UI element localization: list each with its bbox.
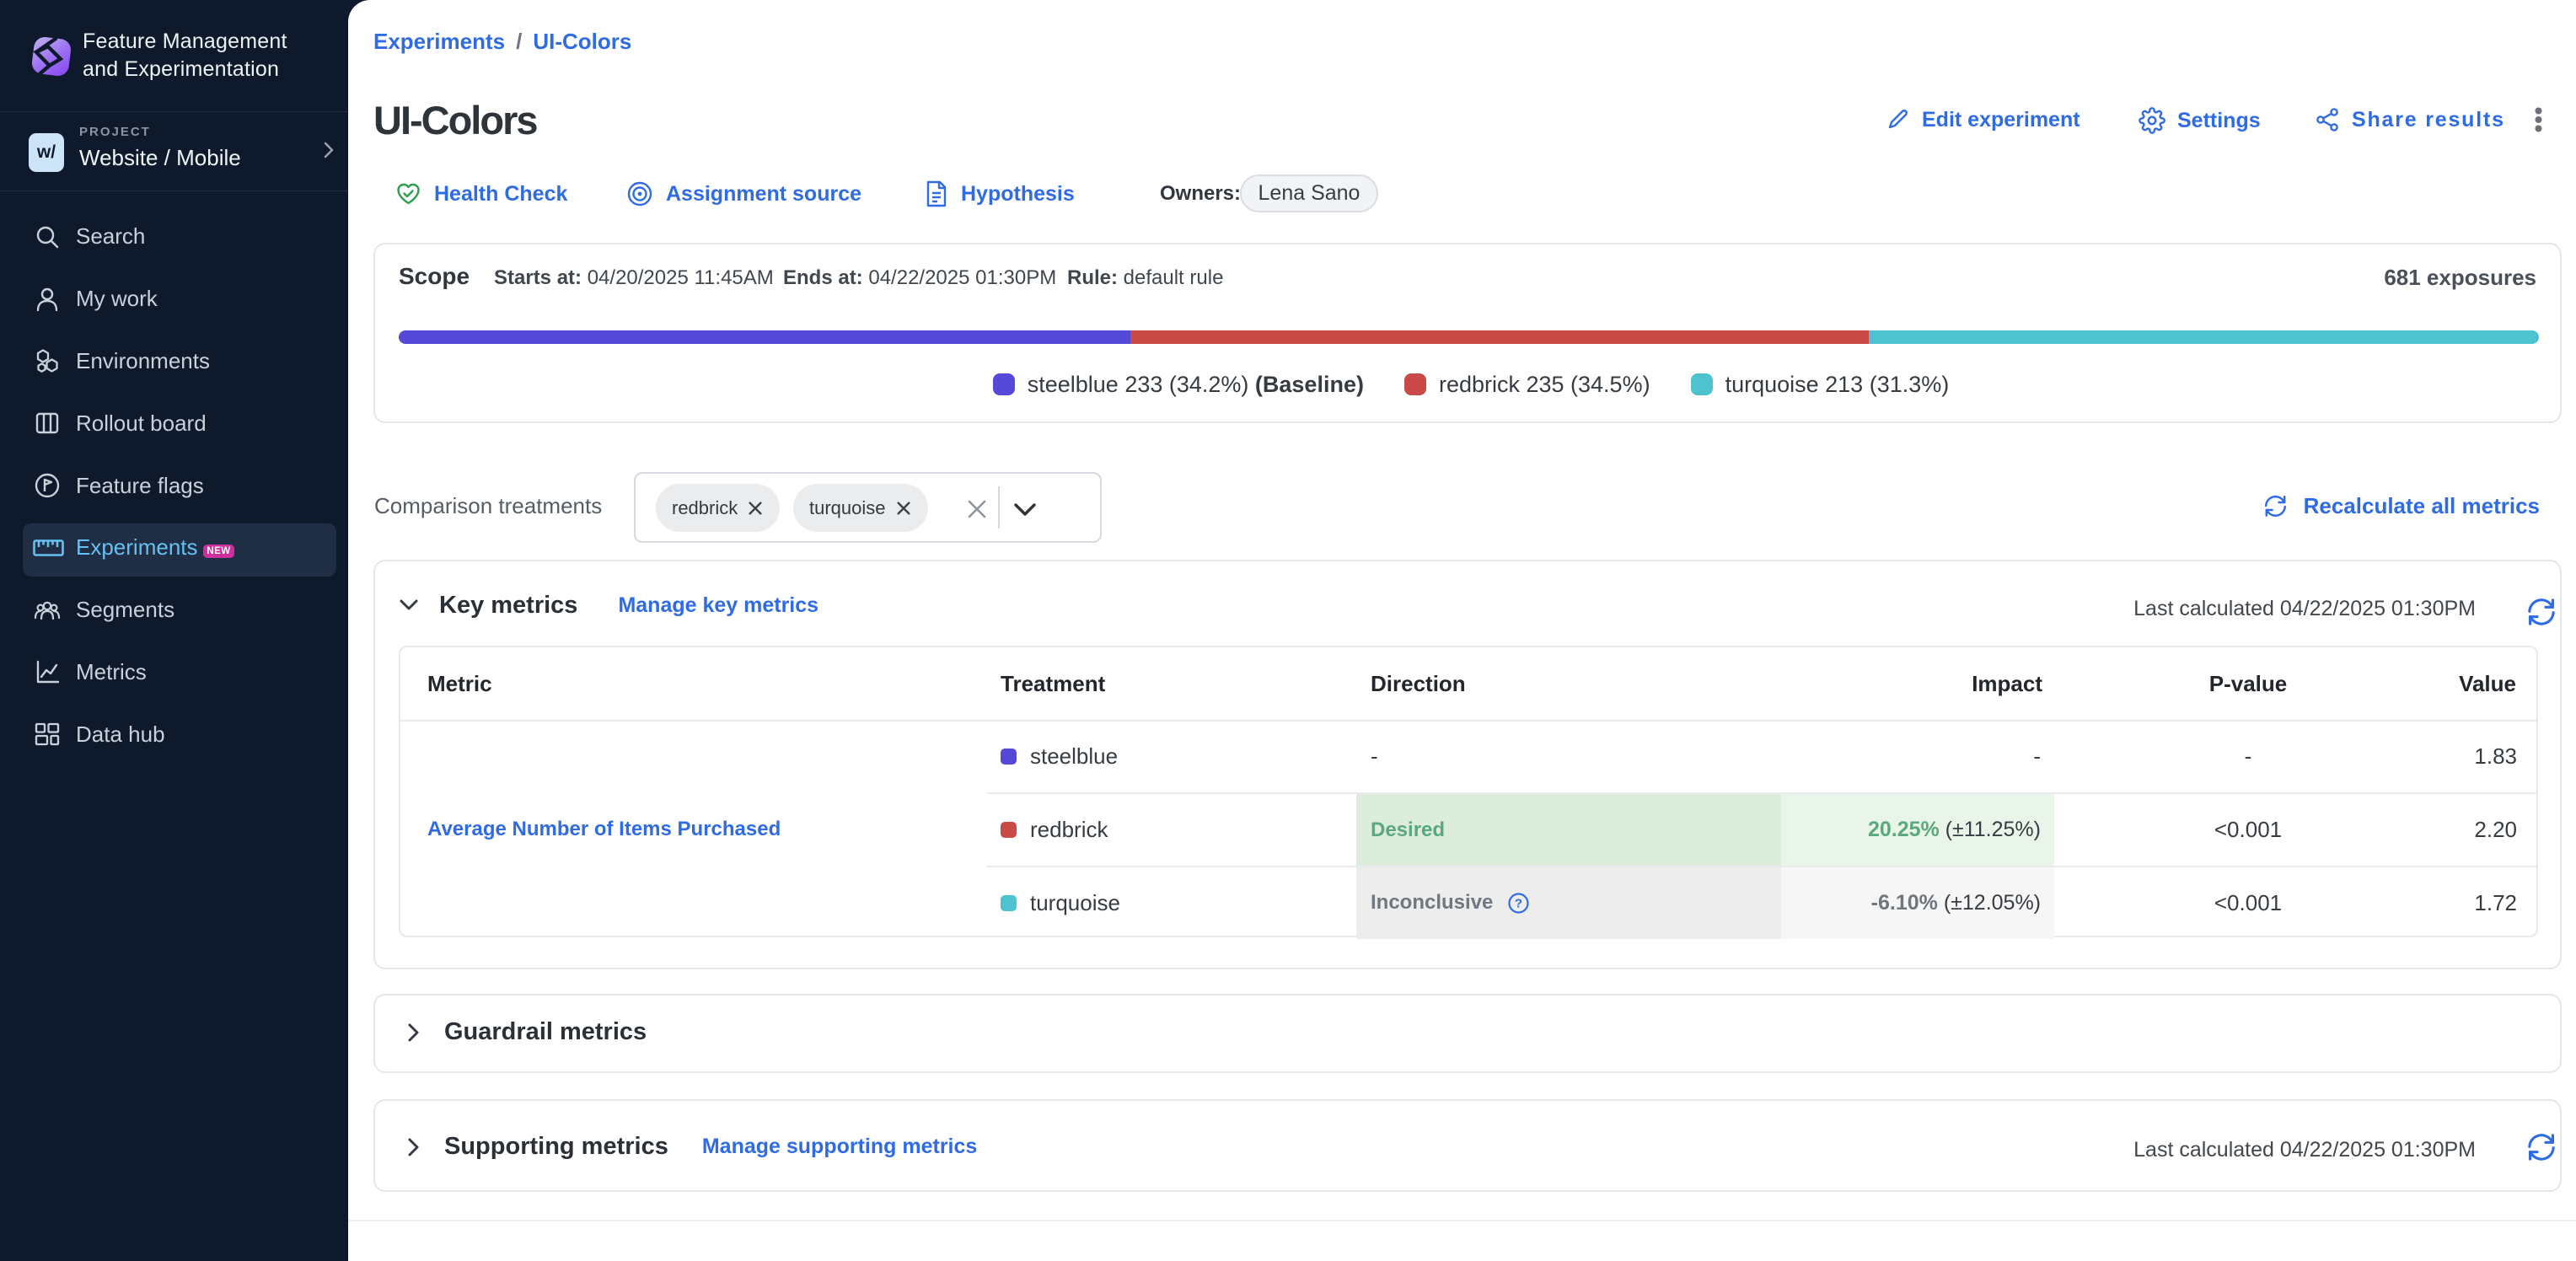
svg-text:?: ? <box>1515 896 1522 910</box>
